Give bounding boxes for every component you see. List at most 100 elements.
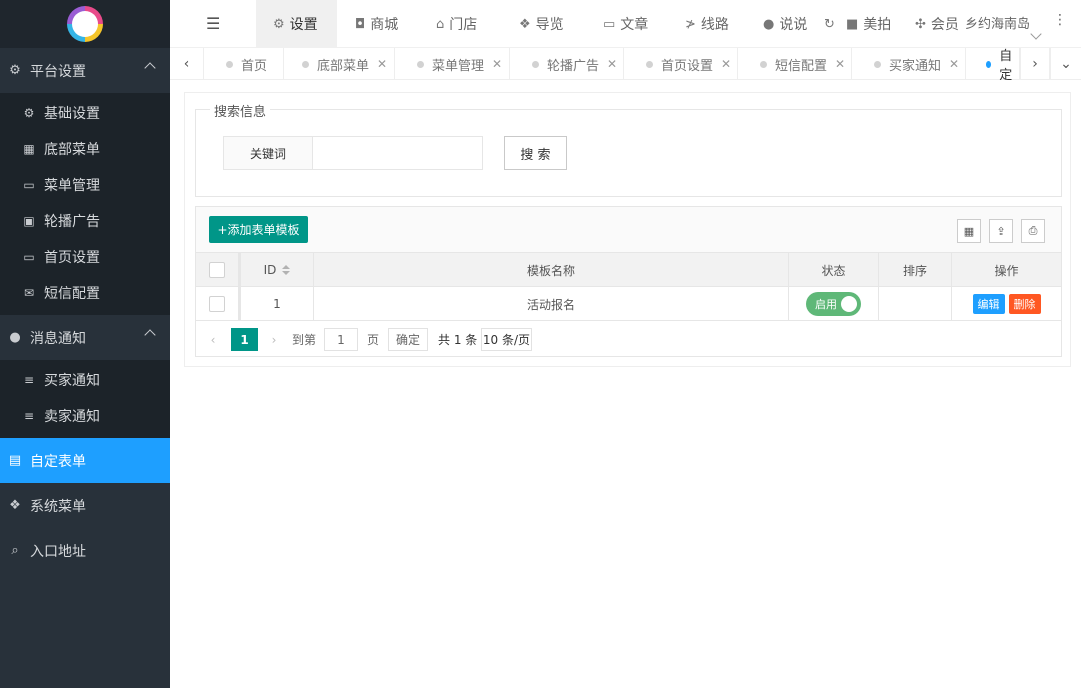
tab-bottom-menu[interactable]: 底部菜单 ✕ xyxy=(280,48,395,80)
columns-icon[interactable]: ▦ xyxy=(957,219,981,243)
sidebar-item-entry-address[interactable]: ⌕ 入口地址 xyxy=(0,528,170,573)
monitor-icon: ▭ xyxy=(23,250,35,264)
mail-icon: ✉ xyxy=(23,286,35,300)
topnav-member[interactable]: ✣ 会员 xyxy=(915,0,959,48)
close-icon[interactable]: ✕ xyxy=(377,57,387,71)
tabs-next-icon[interactable]: › xyxy=(1020,48,1050,80)
tab-buyer-notify[interactable]: 买家通知 ✕ xyxy=(852,48,966,80)
more-icon[interactable]: ⋮ xyxy=(1053,12,1067,28)
gear-icon: ⚙ xyxy=(23,106,35,120)
sidebar-group-platform[interactable]: ⚙ 平台设置 xyxy=(0,48,170,93)
tab-dot xyxy=(986,60,992,68)
close-icon[interactable]: ✕ xyxy=(949,57,959,71)
form-icon: ▤ xyxy=(8,453,22,468)
sidebar-item-banner[interactable]: ▣ 轮播广告 xyxy=(0,203,170,239)
bank-icon: ⌂ xyxy=(436,16,445,32)
close-icon[interactable]: ✕ xyxy=(835,57,845,71)
header-id[interactable]: ID xyxy=(241,253,314,287)
print-icon[interactable]: ⎙ xyxy=(1021,219,1045,243)
top-nav: ☰ ⚙ 设置 ◘ 商城 ⌂ 门店 ❖ 导览 ▭ 文章 ≯ 线路 ● 说说 ↻ ■ 美拍 ✣ 会员 … xyxy=(170,0,1081,48)
close-icon[interactable]: ✕ xyxy=(492,57,502,71)
sidebar-item-system-menu[interactable]: ❖ 系统菜单 xyxy=(0,483,170,528)
video-icon: ■ xyxy=(846,16,859,32)
tabs-prev-icon[interactable]: ‹ xyxy=(170,48,204,80)
tab-dot xyxy=(646,60,653,68)
tab-label: 首页 xyxy=(241,58,268,74)
sidebar-item-label: 底部菜单 xyxy=(44,142,100,158)
sidebar-submenu-notify: ≡ 买家通知 ≡ 卖家通知 xyxy=(0,360,170,438)
close-icon[interactable]: ✕ xyxy=(721,57,731,71)
chevron-down-icon[interactable] xyxy=(1030,28,1042,40)
table-row: 1 活动报名 启用 编辑 删除 xyxy=(196,287,1061,321)
tab-dot xyxy=(532,60,539,68)
topnav-label: 美拍 xyxy=(863,17,892,33)
topnav-article[interactable]: ▭ 文章 xyxy=(603,0,648,48)
switch-label: 启用 xyxy=(815,298,837,311)
sidebar-item-menu-manage[interactable]: ▭ 菜单管理 xyxy=(0,167,170,203)
status-switch[interactable]: 启用 xyxy=(806,292,861,316)
tab-menu-manage[interactable]: 菜单管理 ✕ xyxy=(395,48,510,80)
sidebar-item-label: 系统菜单 xyxy=(30,498,86,515)
route-icon: ≯ xyxy=(685,16,696,32)
row-checkbox[interactable] xyxy=(209,296,225,312)
select-all-checkbox[interactable] xyxy=(209,262,225,278)
export-icon[interactable]: ⇪ xyxy=(989,219,1013,243)
topnav-label: 文章 xyxy=(620,17,649,33)
topnav-label: 线路 xyxy=(700,17,729,33)
sidebar-item-label: 入口地址 xyxy=(30,543,86,560)
sort-icon[interactable] xyxy=(282,265,291,275)
topnav-label: 设置 xyxy=(289,17,318,33)
tab-home[interactable]: 首页 xyxy=(204,48,284,80)
goto-input[interactable]: 1 xyxy=(324,328,358,351)
sidebar-item-basic[interactable]: ⚙ 基础设置 xyxy=(0,95,170,131)
tab-label: 首页设置 xyxy=(661,58,714,74)
tab-dot xyxy=(226,60,233,68)
sidebar-item-sms[interactable]: ✉ 短信配置 xyxy=(0,275,170,311)
sidebar-item-seller-notify[interactable]: ≡ 卖家通知 xyxy=(0,398,170,434)
keyword-input[interactable] xyxy=(312,136,483,170)
header-status: 状态 xyxy=(789,253,879,287)
bag-icon: ◘ xyxy=(355,16,366,32)
menu-toggle-icon[interactable]: ☰ xyxy=(206,14,220,33)
topnav-guide[interactable]: ❖ 导览 xyxy=(519,0,564,48)
topnav-talk[interactable]: ● 说说 xyxy=(763,0,807,48)
search-icon: ⌕ xyxy=(11,543,19,558)
refresh-icon[interactable]: ↻ xyxy=(824,0,840,48)
chevron-up-icon xyxy=(144,329,156,341)
tabs-dropdown-icon[interactable]: ⌄ xyxy=(1050,48,1081,80)
topnav-mall[interactable]: ◘ 商城 xyxy=(355,0,398,48)
sidebar-item-custom-form[interactable]: ▤ 自定表单 xyxy=(0,438,170,483)
header-sort: 排序 xyxy=(879,253,952,287)
page-current[interactable]: 1 xyxy=(231,328,258,351)
prev-page-icon[interactable]: ‹ xyxy=(206,328,220,351)
tab-custom-form[interactable]: 自定 xyxy=(966,48,1020,80)
per-page-select[interactable]: 10 条/页 xyxy=(481,328,532,351)
keyword-label: 关键词 xyxy=(223,136,313,170)
tab-label: 自定 xyxy=(999,49,1013,80)
topnav-route[interactable]: ≯ 线路 xyxy=(685,0,729,48)
tab-sms[interactable]: 短信配置 ✕ xyxy=(738,48,852,80)
topnav-settings[interactable]: ⚙ 设置 xyxy=(256,0,337,48)
tab-banner[interactable]: 轮播广告 ✕ xyxy=(510,48,624,80)
add-template-button[interactable]: +添加表单模板 xyxy=(209,216,308,243)
tab-dot xyxy=(760,60,767,68)
edit-button[interactable]: 编辑 xyxy=(972,294,1005,314)
topnav-photo[interactable]: ■ 美拍 xyxy=(846,0,891,48)
close-icon[interactable]: ✕ xyxy=(607,57,617,71)
logo xyxy=(0,0,170,48)
tab-dot xyxy=(302,60,309,68)
tab-home-settings[interactable]: 首页设置 ✕ xyxy=(624,48,738,80)
delete-button[interactable]: 删除 xyxy=(1008,294,1041,314)
topnav-store[interactable]: ⌂ 门店 xyxy=(436,0,477,48)
next-page-icon[interactable]: › xyxy=(267,328,281,351)
goto-confirm-button[interactable]: 确定 xyxy=(388,328,428,351)
gear-icon: ⚙ xyxy=(9,63,21,78)
users-icon: ✣ xyxy=(915,16,926,32)
sidebar-item-home-settings[interactable]: ▭ 首页设置 xyxy=(0,239,170,275)
user-name[interactable]: 乡约海南岛 xyxy=(965,13,1030,32)
search-button[interactable]: 搜 索 xyxy=(504,136,567,170)
sidebar-item-bottom-menu[interactable]: ▦ 底部菜单 xyxy=(0,131,170,167)
sidebar-group-notify[interactable]: ● 消息通知 xyxy=(0,315,170,360)
sidebar-item-buyer-notify[interactable]: ≡ 买家通知 xyxy=(0,362,170,398)
list-icon: ≡ xyxy=(23,409,35,423)
